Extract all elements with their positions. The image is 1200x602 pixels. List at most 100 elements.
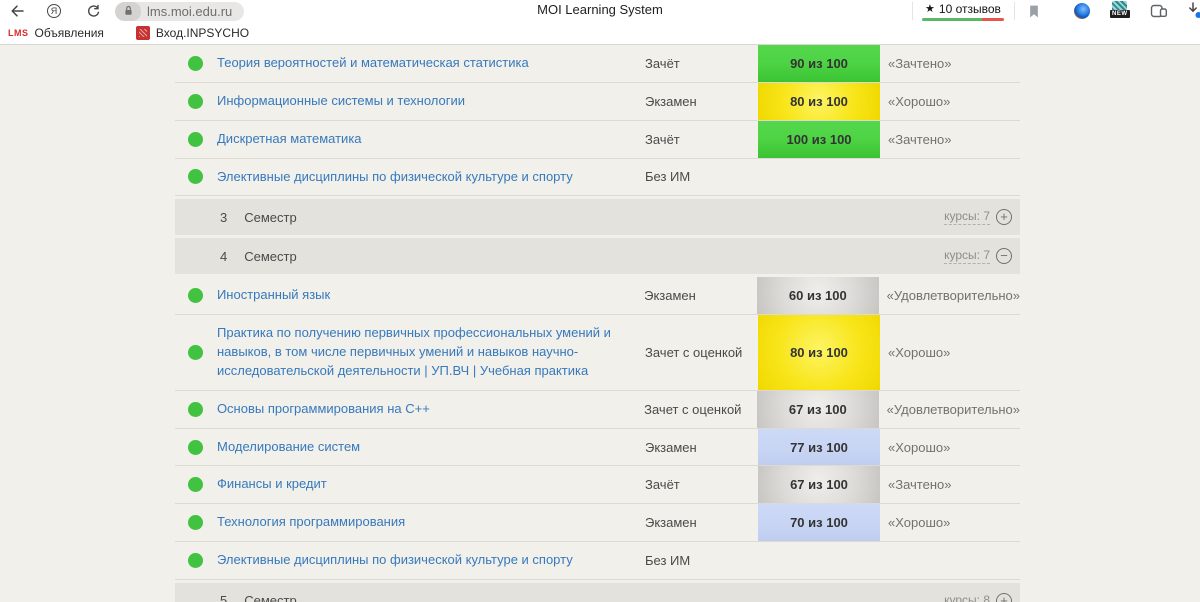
subject-cell: Информационные системы и технологии [217, 83, 645, 120]
course-row: Практика по получению первичных професси… [175, 315, 1020, 391]
grade-text: «Зачтено» [880, 466, 1020, 503]
grades-table: Теория вероятностей и математическая ста… [175, 45, 1020, 602]
score-badge [758, 159, 880, 196]
status-dot-icon [188, 56, 203, 71]
subject-cell: Элективные дисциплины по физической куль… [217, 542, 645, 579]
bookmark-item-inpsycho[interactable]: Вход.INPSYCHO [156, 26, 249, 40]
course-row: Элективные дисциплины по физической куль… [175, 159, 1020, 197]
yandex-browser-icon[interactable]: Я [47, 0, 61, 22]
status-cell [175, 45, 217, 82]
status-dot-icon [188, 477, 203, 492]
score-badge: 80 из 100 [758, 83, 880, 120]
course-row: Финансы и кредит Зачёт 67 из 100 «Зачтен… [175, 466, 1020, 504]
back-arrow-icon [8, 3, 25, 19]
subject-cell: Финансы и кредит [217, 466, 645, 503]
bookmark-button[interactable] [1028, 0, 1040, 22]
status-dot-icon [188, 169, 203, 184]
side-panel-icon [1150, 3, 1168, 19]
subject-link[interactable]: Практика по получению первичных професси… [217, 324, 631, 381]
extension-new-icon[interactable]: NEW [1110, 1, 1130, 23]
status-cell [175, 429, 217, 466]
subject-cell: Элективные дисциплины по физической куль… [217, 159, 645, 196]
grade-text: «Удовлетворительно» [879, 391, 1020, 428]
bookmark-item-announcements[interactable]: Объявления [35, 26, 104, 40]
toggle-expand-icon[interactable]: + [996, 593, 1012, 602]
courses-link[interactable]: курсы: 7 [944, 209, 990, 225]
subject-link[interactable]: Элективные дисциплины по физической куль… [217, 551, 573, 570]
score-badge: 67 из 100 [757, 391, 879, 428]
subject-link[interactable]: Иностранный язык [217, 286, 330, 305]
courses-link[interactable]: курсы: 8 [944, 593, 990, 602]
subject-cell: Дискретная математика [217, 121, 645, 158]
subject-link[interactable]: Информационные системы и технологии [217, 92, 465, 111]
status-cell [175, 542, 217, 579]
toggle-expand-icon[interactable]: + [996, 209, 1012, 225]
courses-link[interactable]: курсы: 7 [944, 248, 990, 264]
exam-type: Экзамен [644, 277, 757, 314]
course-row: Информационные системы и технологии Экза… [175, 83, 1020, 121]
download-button[interactable] [1186, 0, 1200, 22]
course-row: Моделирование систем Экзамен 77 из 100 «… [175, 429, 1020, 467]
download-icon [1186, 2, 1200, 20]
subject-link[interactable]: Дискретная математика [217, 130, 362, 149]
score-badge: 77 из 100 [758, 429, 880, 466]
reviews-button[interactable]: ★ 10 отзывов [922, 0, 1004, 22]
extension-icon[interactable] [1074, 0, 1090, 22]
url-text: lms.moi.edu.ru [147, 4, 232, 19]
status-cell [175, 391, 217, 428]
status-dot-icon [188, 132, 203, 147]
exam-type: Без ИМ [645, 159, 758, 196]
subject-link[interactable]: Элективные дисциплины по физической куль… [217, 168, 573, 187]
semester-number: 5 [220, 593, 227, 602]
semester-label: Семестр [244, 593, 296, 602]
status-dot-icon [188, 345, 203, 360]
side-panel-button[interactable] [1150, 0, 1168, 22]
toggle-expand-icon[interactable]: − [996, 248, 1012, 264]
bookmarks-bar: LMS Объявления Вход.INPSYCHO [0, 22, 1200, 44]
semester-row: 3 Семестр курсы: 7 + [175, 199, 1020, 235]
subject-link[interactable]: Моделирование систем [217, 438, 360, 457]
grade-text: «Хорошо» [880, 429, 1020, 466]
subject-cell: Технология программирования [217, 504, 645, 541]
divider [1014, 2, 1015, 20]
page-title: MOI Learning System [537, 2, 663, 17]
score-badge: 90 из 100 [758, 45, 880, 82]
exam-type: Экзамен [645, 504, 758, 541]
semester-label: Семестр [244, 210, 296, 225]
subject-cell: Иностранный язык [217, 277, 644, 314]
grade-text: «Зачтено» [880, 45, 1020, 82]
course-row: Основы программирования на C++ Зачет с о… [175, 391, 1020, 429]
address-bar[interactable]: lms.moi.edu.ru [115, 0, 244, 22]
star-icon: ★ [925, 2, 935, 15]
grade-text: «Зачтено» [880, 121, 1020, 158]
refresh-icon [86, 4, 101, 19]
grade-text [880, 542, 1020, 579]
grade-text: «Удовлетворительно» [879, 277, 1020, 314]
back-button[interactable] [8, 0, 25, 22]
score-badge: 100 из 100 [758, 121, 880, 158]
exam-type: Зачёт [645, 45, 758, 82]
course-row: Дискретная математика Зачёт 100 из 100 «… [175, 121, 1020, 159]
status-cell [175, 466, 217, 503]
subject-link[interactable]: Основы программирования на C++ [217, 400, 430, 419]
status-dot-icon [188, 553, 203, 568]
browser-chrome: Я lms.moi.edu.ru MOI Learning System [0, 0, 1200, 45]
refresh-button[interactable] [86, 0, 101, 22]
course-row: Теория вероятностей и математическая ста… [175, 45, 1020, 83]
subject-link[interactable]: Финансы и кредит [217, 475, 327, 494]
semester-label: Семестр [244, 249, 296, 264]
exam-type: Экзамен [645, 429, 758, 466]
grade-text: «Хорошо» [880, 315, 1020, 390]
subject-cell: Моделирование систем [217, 429, 645, 466]
bookmark-flag-icon [1028, 4, 1040, 19]
subject-link[interactable]: Теория вероятностей и математическая ста… [217, 54, 529, 73]
subject-link[interactable]: Технология программирования [217, 513, 405, 532]
score-badge [758, 542, 880, 579]
subject-cell: Основы программирования на C++ [217, 391, 644, 428]
score-badge: 80 из 100 [758, 315, 880, 390]
course-row: Технология программирования Экзамен 70 и… [175, 504, 1020, 542]
ya-letter-icon: Я [47, 4, 61, 18]
site-favicon-icon [136, 26, 150, 40]
status-cell [175, 277, 217, 314]
semester-number: 3 [220, 210, 227, 225]
